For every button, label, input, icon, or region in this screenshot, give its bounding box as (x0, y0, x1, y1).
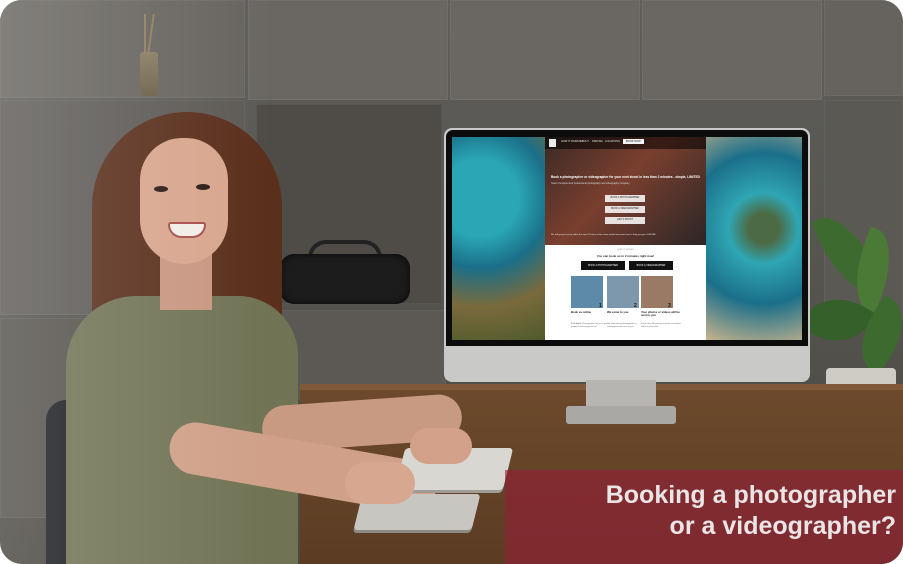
nav-link[interactable]: PRICING (592, 140, 603, 143)
hero-note: We will get you set up within the next 1… (551, 234, 656, 236)
woman-smile (168, 222, 206, 238)
section-kicker: HOW IT WORKS (617, 249, 634, 251)
nav-cta-button[interactable]: BOOK NOW (623, 139, 644, 144)
nav-link[interactable]: ABOUT (580, 140, 589, 143)
shelf-cubby (0, 0, 245, 98)
step-number: 1 (599, 303, 602, 309)
video-caption: Booking a photographer or a videographer… (520, 480, 896, 542)
website-nav: HOW IT WORKS ABOUT PRICING LOCATIONS BOO… (545, 137, 706, 149)
nav-link[interactable]: HOW IT WORKS (561, 140, 581, 143)
woman-hand (410, 428, 472, 464)
book-photographer-button[interactable]: BOOK A PHOTOGRAPHER (581, 261, 625, 270)
hero-button[interactable]: GIFT A SHOOT (605, 217, 645, 224)
step-title: Book us online (571, 310, 592, 314)
woman-face (140, 138, 228, 264)
book-videographer-button[interactable]: BOOK A VIDEOGRAPHER (629, 261, 673, 270)
caption-line: Booking a photographer (605, 481, 896, 509)
bluetooth-speaker (280, 254, 410, 304)
website-logo (549, 139, 556, 147)
hero-title: Book a photographer or videographer for … (551, 175, 700, 179)
shelf-cubby (824, 0, 903, 96)
hero-button[interactable]: BOOK A PHOTOGRAPHER (605, 195, 645, 202)
hero-button[interactable]: BOOK A VIDEOGRAPHER (605, 206, 645, 213)
nav-link[interactable]: LOCATIONS (605, 140, 620, 143)
website-page: HOW IT WORKS ABOUT PRICING LOCATIONS BOO… (545, 137, 706, 340)
step-description: Book Adelle Photographer and let us get … (571, 323, 609, 328)
woman-eye (154, 186, 168, 192)
step-number: 2 (634, 303, 637, 309)
shelf-cubby (450, 0, 640, 100)
monitor-screen: HOW IT WORKS ABOUT PRICING LOCATIONS BOO… (452, 137, 802, 340)
step-number: 3 (668, 303, 671, 309)
woman-hand (345, 462, 415, 504)
aerial-island-photo (706, 137, 802, 340)
aerial-beach-photo (452, 137, 545, 340)
hero-subtitle: Team of experienced professional photogr… (551, 182, 630, 185)
caption-line: or a videographer? (669, 512, 896, 540)
step-description: In less than 48 hours your photos and vi… (641, 323, 681, 328)
monitor-stand-base (566, 406, 676, 424)
website-hero (545, 137, 706, 245)
section-title: You can book us in 2 minutes right now! (596, 254, 655, 258)
shelf-cubby (642, 0, 822, 100)
woman-eye (196, 184, 210, 190)
video-frame: HOW IT WORKS ABOUT PRICING LOCATIONS BOO… (0, 0, 903, 564)
step-title: Your photos or videos will be sent to yo… (641, 310, 680, 318)
reed-stick (144, 14, 146, 54)
reed-diffuser (140, 52, 158, 96)
shelf-cubby (248, 0, 448, 100)
